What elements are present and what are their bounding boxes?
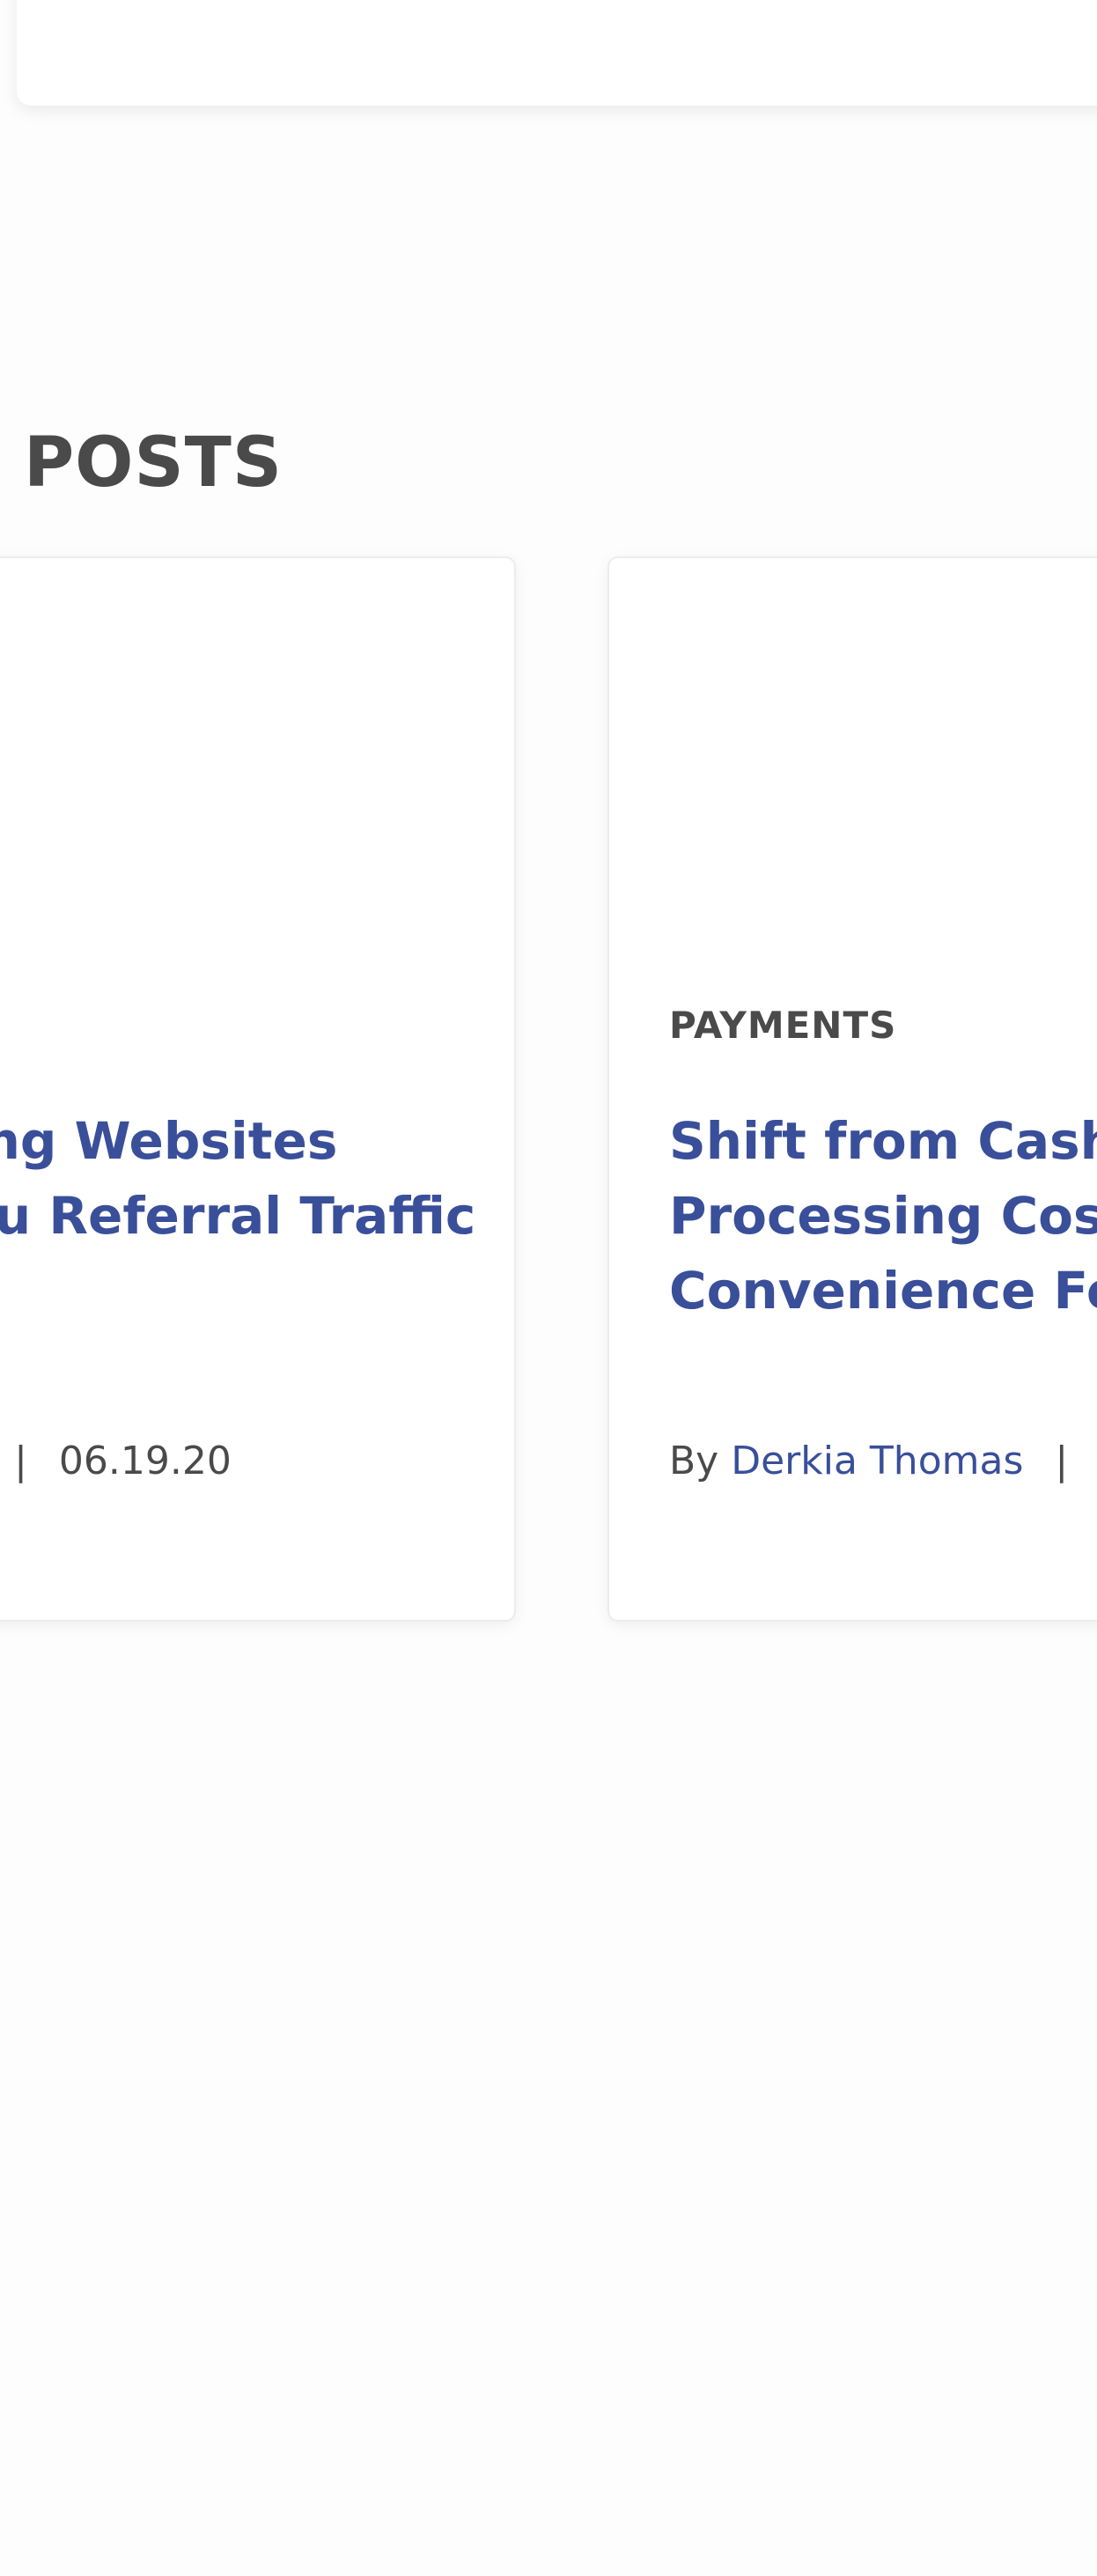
by-label: By — [669, 1439, 719, 1483]
post-meta: By Derkia Thomas | — [669, 1439, 1097, 1485]
post-meta: r|06.19.20 — [0, 1439, 232, 1485]
page-viewport: POSTS ting Websites ou Referral Traffic … — [0, 0, 1097, 2576]
post-title-line: Shift from Cash a — [669, 1111, 1097, 1171]
post-author-link[interactable]: Derkia Thomas — [731, 1439, 1023, 1483]
post-date: 06.19.20 — [58, 1439, 232, 1483]
post-title-line: ting Websites — [0, 1111, 338, 1171]
meta-separator: | — [14, 1439, 27, 1483]
post-title-line: ou Referral Traffic — [0, 1186, 476, 1246]
post-title-line: Convenience Fee — [669, 1261, 1097, 1321]
post-title-link[interactable]: ting Websites ou Referral Traffic — [0, 1104, 475, 1254]
section-heading: POSTS — [24, 423, 283, 503]
post-title-link[interactable]: Shift from Cash a Processing Costs Conve… — [669, 1104, 1097, 1328]
post-title-line: Processing Costs — [669, 1186, 1097, 1246]
post-card[interactable]: PAYMENTS Shift from Cash a Processing Co… — [607, 556, 1097, 1622]
post-category[interactable]: PAYMENTS — [669, 1007, 896, 1044]
post-card[interactable]: ting Websites ou Referral Traffic r|06.1… — [0, 556, 516, 1622]
meta-separator: | — [1055, 1439, 1069, 1483]
top-panel-card — [17, 0, 1097, 106]
